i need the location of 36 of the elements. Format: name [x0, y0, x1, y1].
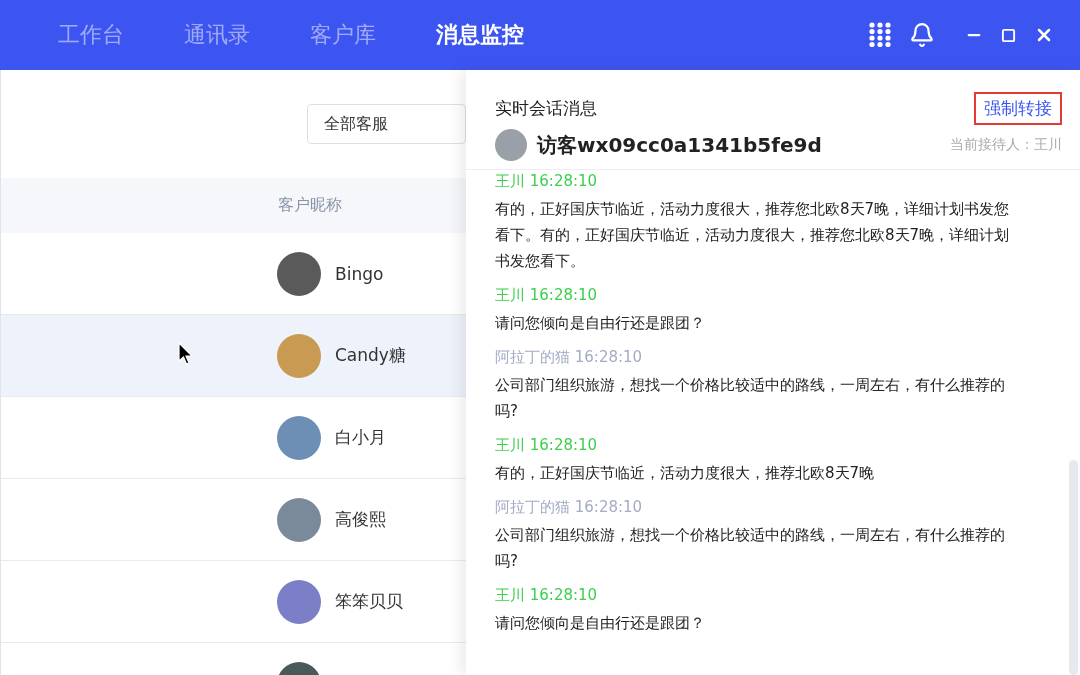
message-text: 有的，正好国庆节临近，活动力度很大，推荐北欧8天7晚: [495, 463, 876, 484]
nav-tab[interactable]: 消息监控: [436, 20, 524, 50]
message-sender: 王川 16:28:10: [495, 586, 599, 605]
avatar: [277, 415, 321, 460]
avatar: [277, 497, 321, 542]
force-transfer-button[interactable]: 强制转接: [974, 92, 1062, 125]
customer-name: 白小月: [335, 426, 386, 449]
customer-name: 笨笨贝贝: [335, 590, 403, 613]
message-sender: 王川 16:28:10: [495, 436, 599, 455]
customer-row[interactable]: Candy糖: [1, 315, 466, 397]
customer-name: 高俊熙: [335, 508, 386, 531]
current-receiver: 当前接待人：王川: [950, 136, 1062, 154]
message-sender: 王川 16:28:10: [495, 286, 599, 305]
message-text: 有的，正好国庆节临近，活动力度很大，推荐您北欧8天7晚，详细计划书发您看下。有的，正好国庆节临近，活动力度很大，推荐您北欧8天7晚，详细计划书发您看下。: [495, 199, 1011, 272]
scrollbar-thumb[interactable]: [1069, 460, 1078, 675]
customer-name: Candy糖: [335, 344, 406, 367]
message-text: 公司部门组织旅游，想找一个价格比较适中的路线，一周左右，有什么推荐的吗?: [495, 375, 1006, 422]
message-text: 请问您倾向是自由行还是跟团？: [495, 613, 706, 634]
bell-icon[interactable]: [909, 22, 935, 48]
dialpad-icon[interactable]: [869, 22, 891, 48]
customer-name: Bingo: [335, 263, 384, 284]
visitor-name: 访客wx09cc0a1341b5fe9d: [537, 131, 822, 159]
avatar: [277, 251, 321, 296]
message-text: 请问您倾向是自由行还是跟团？: [495, 313, 706, 334]
service-select[interactable]: 全部客服: [307, 104, 466, 144]
column-header: 客户昵称: [278, 195, 342, 216]
avatar: [277, 333, 321, 378]
avatar: [277, 579, 321, 624]
maximize-icon[interactable]: [1001, 27, 1016, 43]
message-sender: 阿拉丁的猫 16:28:10: [495, 498, 644, 517]
visitor-avatar: [495, 129, 527, 161]
cursor-icon: [178, 342, 194, 366]
message-text: 公司部门组织旅游，想找一个价格比较适中的路线，一周左右，有什么推荐的吗?: [495, 525, 1006, 572]
message-sender: 阿拉丁的猫 16:28:10: [495, 348, 644, 367]
panel-title: 实时会话消息: [495, 97, 597, 120]
message-sender: 王川 16:28:10: [495, 172, 599, 191]
